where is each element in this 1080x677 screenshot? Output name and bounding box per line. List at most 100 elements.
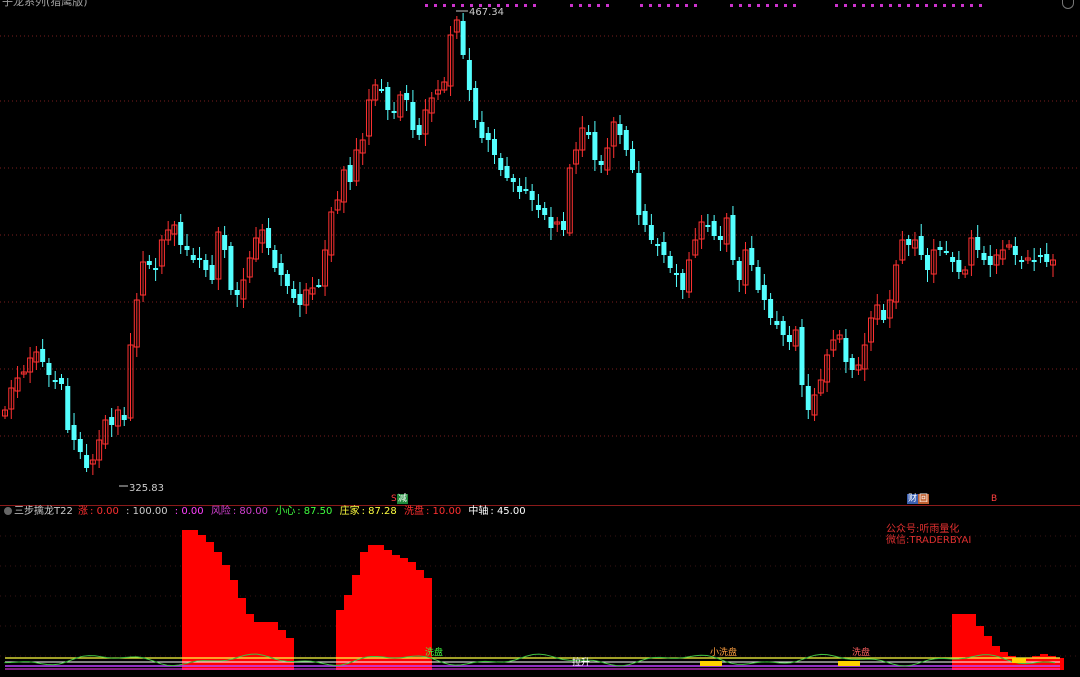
candle-body-down [491,139,497,155]
indicator-bar [352,575,360,670]
candle-body-down [146,261,152,265]
indicator-bar [278,630,286,670]
candle-body-down [956,260,962,272]
sub-signal-label: 拉升 [572,656,590,668]
candle-body-down [661,242,667,255]
candle-body-down [598,161,604,165]
indicator-settings-icon[interactable]: o [4,507,12,515]
signal-dot [640,4,643,7]
signal-dot [452,4,455,7]
signal-dot [784,4,787,7]
signal-dot [667,4,670,7]
candle-body-down [460,21,466,55]
signal-dot [853,4,856,7]
indicator-bar [230,580,238,670]
indicator-bar [182,530,190,670]
candle-body-down [52,380,58,382]
candle-body-down [561,221,567,230]
candle-body-down [523,189,529,191]
signal-dot [934,4,937,7]
candle-body-down [768,299,774,318]
signal-dot [515,4,518,7]
indicator-bar [1000,652,1008,670]
price-chart: 467.34 325.83 [0,4,1080,494]
candle-body-down [673,273,679,275]
signal-dot [757,4,760,7]
candle-body-down [780,321,786,335]
indicator-bar [416,570,424,670]
signal-dot [606,4,609,7]
signal-dot [793,4,796,7]
candle-body-down [284,274,290,286]
indicator-bar [392,555,400,670]
indicator-bar [360,552,368,670]
candle-body-down [410,102,416,130]
indicator-bar [384,550,392,670]
signal-dot [434,4,437,7]
candle-body-down [479,122,485,138]
signal-dot [961,4,964,7]
indicator-bar [238,598,246,670]
candle-body-down [881,310,887,320]
candle-body-down [316,285,322,287]
signal-marker-reduce: 减 [397,494,409,504]
candle-body-down [548,217,554,228]
candle-body-down [347,165,353,182]
dealer-block [838,661,860,666]
candle-body-down [416,125,422,135]
indicator-bar [1056,658,1064,670]
candle-body-down [510,178,516,182]
candle-body-down [617,124,623,135]
candle-body-down [391,111,397,113]
candle-body-down [58,378,64,384]
candle-body-down [297,294,303,305]
legend-zero: : 0.00 [174,506,204,517]
signal-dot [739,4,742,7]
signal-dot [676,4,679,7]
signal-dot [685,4,688,7]
candle-body-down [504,166,510,178]
indicator-bar [344,595,352,670]
candle-body-down [761,285,767,300]
candle-body-down [799,327,805,385]
candle-body-down [272,250,278,268]
candle-body-down [843,338,849,362]
legend-dealer: 庄家: 87.28 [339,506,397,517]
candle-body-down [46,363,52,375]
candle-body-down [1037,255,1043,257]
candle-body-down [473,88,479,120]
candle-body-down [711,221,717,236]
signal-dot [766,4,769,7]
signal-dot [979,4,982,7]
candle-body-down [278,263,284,275]
indicator-name[interactable]: 三步擒龙T22 [14,506,73,517]
indicator-bar [190,530,198,670]
legend-rise: 涨: 0.00 [78,506,119,517]
candle-body-down [975,237,981,250]
sub-signal-label: 小洗盘 [710,646,737,658]
candle-body-down [65,386,71,430]
candle-body-down [203,260,209,270]
candle-body-down [379,89,385,91]
candle-body-down [77,439,83,452]
signal-dot [835,4,838,7]
candle-body-down [291,289,297,298]
candle-body-down [466,60,472,90]
signal-dot [844,4,847,7]
candle-body-down [987,256,993,265]
candle-body-down [918,236,924,255]
low-price-label: 325.83 [129,483,164,494]
indicator-bar [376,545,384,670]
candle-body-down [1031,260,1037,262]
indicator-bar [286,638,294,670]
candle-body-down [190,255,196,260]
candle-body-down [1012,246,1018,255]
legend-caution: 小心: 87.50 [275,506,333,517]
signal-dot [694,4,697,7]
candle-body-down [1019,260,1025,262]
high-price-label: 467.34 [469,7,504,18]
legend-washout: 洗盘: 10.00 [403,506,462,517]
signal-dot [425,4,428,7]
indicator-bar [408,562,416,670]
indicator-bar [262,622,270,670]
